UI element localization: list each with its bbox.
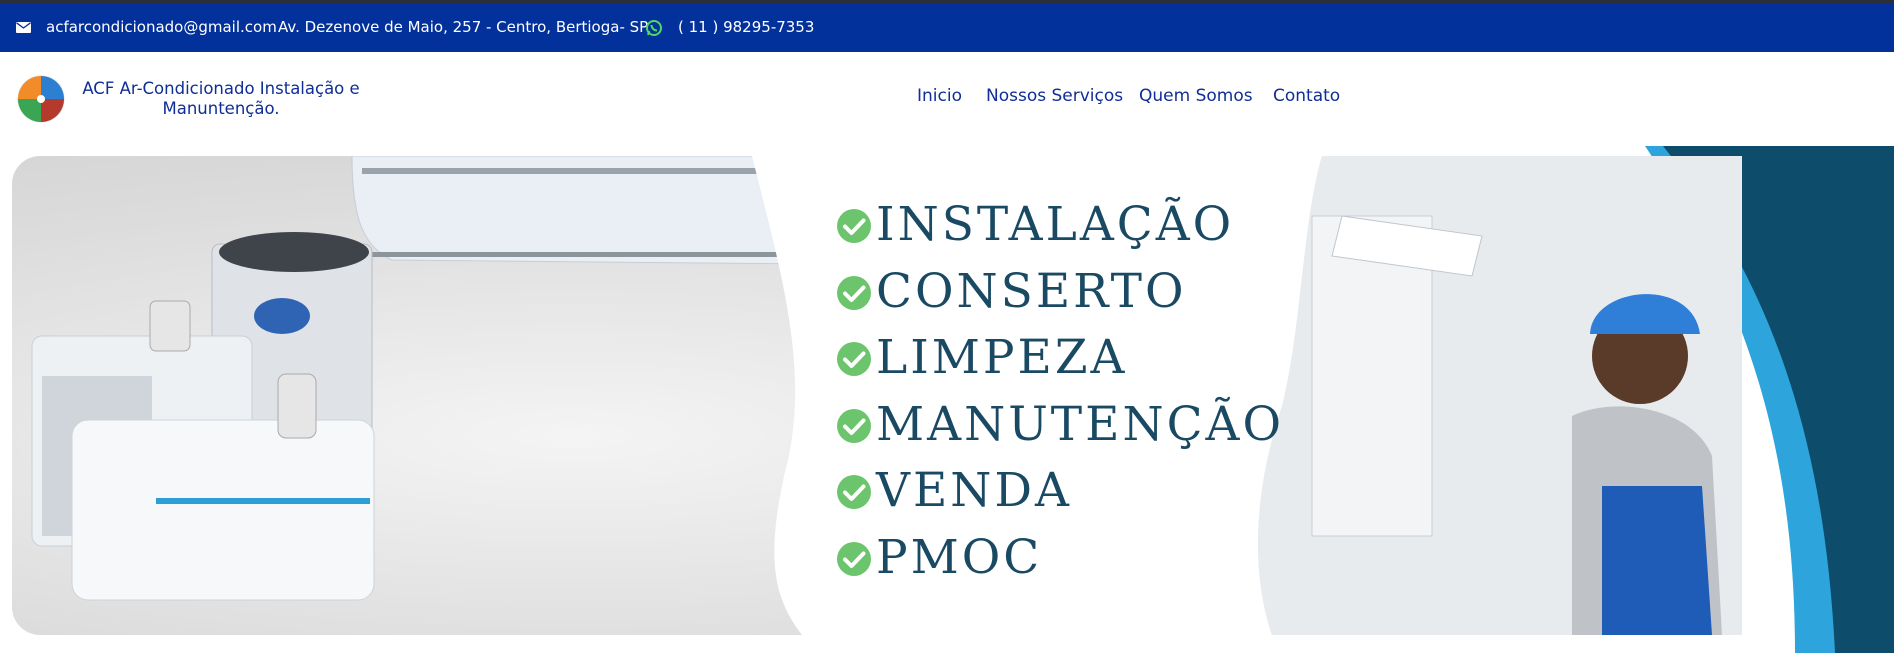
check-circle-icon bbox=[837, 541, 871, 576]
contact-address: Av. Dezenove de Maio, 257 - Centro, Bert… bbox=[278, 18, 649, 36]
nav-link-quem-somos[interactable]: Quem Somos bbox=[1139, 86, 1253, 106]
contact-topbar: acfarcondicionado@gmail.com Av. Dezenove… bbox=[0, 3, 1894, 52]
hero-banner: INSTALAÇÃO CONSERTO LIMPEZA MANUTENÇÃO V… bbox=[12, 156, 1742, 635]
service-label: PMOC bbox=[876, 529, 1043, 585]
check-circle-icon bbox=[837, 209, 871, 243]
contact-email-link[interactable]: acfarcondicionado@gmail.com bbox=[46, 18, 277, 36]
check-circle-icon bbox=[837, 275, 871, 310]
check-circle-icon bbox=[837, 342, 871, 376]
brand-name[interactable]: ACF Ar-Condicionado Instalação e Manunte… bbox=[76, 79, 366, 119]
service-label: VENDA bbox=[876, 463, 1073, 518]
whatsapp-icon[interactable] bbox=[645, 19, 663, 37]
nav-link-servicos[interactable]: Nossos Serviços bbox=[986, 86, 1123, 106]
site-header: ACF Ar-Condicionado Instalação e Manunte… bbox=[0, 52, 1894, 147]
service-label: INSTALAÇÃO bbox=[876, 197, 1235, 252]
envelope-icon bbox=[16, 22, 31, 33]
nav-link-contato[interactable]: Contato bbox=[1273, 86, 1340, 106]
service-label: CONSERTO bbox=[876, 263, 1187, 319]
check-circle-icon bbox=[837, 475, 871, 509]
check-circle-icon bbox=[837, 408, 871, 443]
service-label: MANUTENÇÃO bbox=[876, 396, 1285, 452]
contact-phone-link[interactable]: ( 11 ) 98295-7353 bbox=[678, 18, 814, 36]
company-logo[interactable] bbox=[17, 75, 65, 123]
nav-link-inicio[interactable]: Inicio bbox=[917, 86, 962, 106]
service-label: LIMPEZA bbox=[876, 330, 1128, 385]
